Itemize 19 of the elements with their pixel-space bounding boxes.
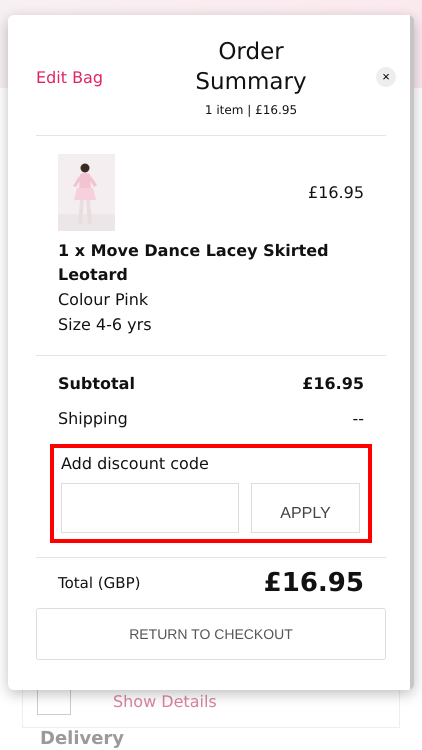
item-detail: Colour Pink [58,289,150,311]
total-label: Subtotal [58,374,135,393]
item-detail: Size 4-6 yrs [58,314,153,336]
total-value: -- [352,409,364,428]
edit-bag-link[interactable]: Edit Bag [36,68,126,86]
item-name: 1 x Move Dance Lacey Skirted Leotard [58,240,330,286]
apply-button[interactable]: APPLY [251,483,360,533]
discount-label: Add discount code [61,454,210,473]
total-amount: £16.95 [264,568,364,598]
total-value: £16.95 [302,374,364,393]
panel-title: Order Summary [194,38,308,97]
return-to-checkout-button[interactable]: RETURN TO CHECKOUT [36,608,386,660]
item-count: 1 item | £16.95 [204,103,298,117]
total-label: Shipping [58,409,128,428]
total-label: Total (GBP) [58,574,140,592]
item-price: £16.95 [308,183,364,202]
discount-field[interactable] [61,483,239,533]
close-button[interactable]: × [376,67,396,87]
section-heading: Delivery [40,728,124,749]
